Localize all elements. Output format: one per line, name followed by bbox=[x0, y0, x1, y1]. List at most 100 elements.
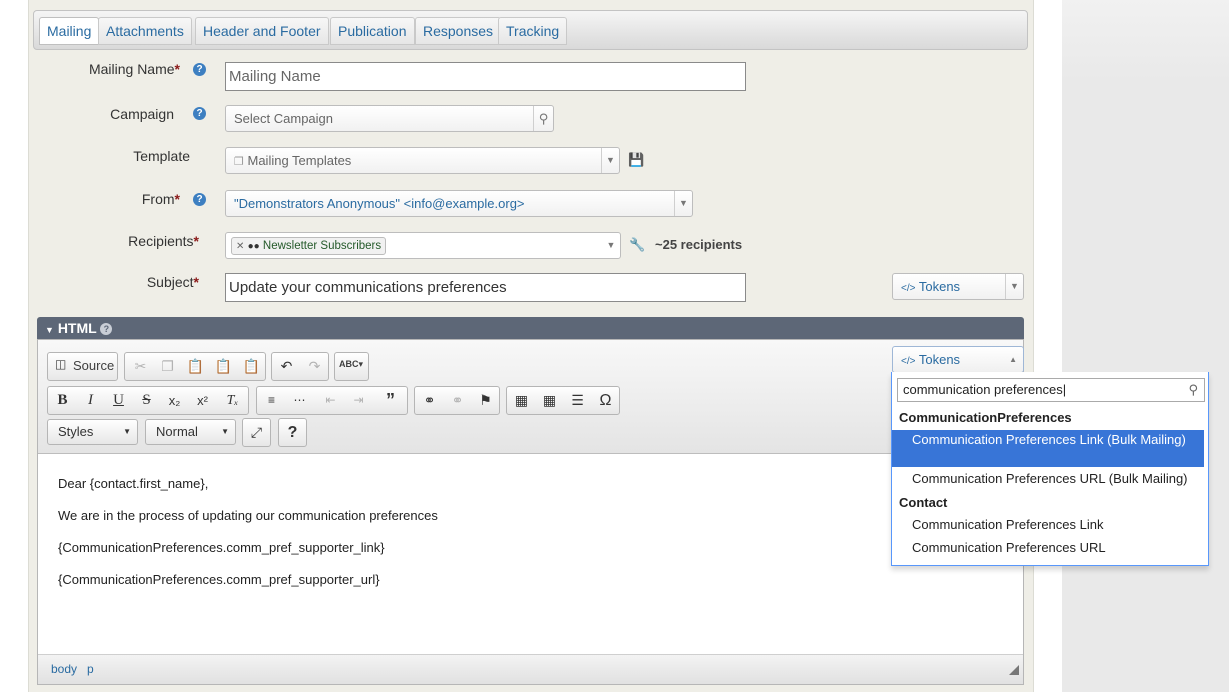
recipients-select[interactable]: ✕ ●● Newsletter Subscribers ▼ bbox=[225, 232, 621, 259]
help-icon[interactable]: ? bbox=[193, 193, 206, 206]
chevron-down-icon: ▼ bbox=[601, 148, 619, 173]
bold-icon[interactable]: B bbox=[49, 387, 76, 414]
wrench-icon[interactable]: 🔧 bbox=[629, 237, 645, 253]
tokens-search-input[interactable]: communication preferences| ⚲ bbox=[897, 378, 1205, 402]
chevron-down-icon: ▼ bbox=[221, 427, 229, 436]
spellcheck-button[interactable]: ABC▾ bbox=[334, 352, 369, 381]
campaign-label: Campaign bbox=[110, 106, 174, 122]
campaign-select[interactable]: Select Campaign ⚲ bbox=[225, 105, 554, 132]
source-button[interactable]: ◫ Source bbox=[47, 352, 118, 381]
copy-icon[interactable]: ❐ bbox=[154, 353, 181, 380]
maximize-icon: ⤢ bbox=[250, 424, 263, 440]
chevron-down-icon: ▼ bbox=[674, 191, 692, 216]
tab-attachments[interactable]: Attachments bbox=[98, 17, 192, 45]
content-paragraph: {CommunicationPreferences.comm_pref_supp… bbox=[58, 572, 380, 587]
token-option-comm-pref-url-bulk[interactable]: Communication Preferences URL (Bulk Mail… bbox=[892, 471, 1204, 486]
search-icon: ⚲ bbox=[533, 106, 553, 131]
tab-header-and-footer[interactable]: Header and Footer bbox=[195, 17, 329, 45]
template-select[interactable]: ❐ Mailing Templates ▼ bbox=[225, 147, 620, 174]
italic-icon[interactable]: I bbox=[77, 387, 104, 414]
recipients-chip: ✕ ●● Newsletter Subscribers bbox=[231, 237, 387, 255]
blockquote-icon[interactable]: ” bbox=[377, 387, 404, 414]
tab-bar: Mailing Attachments Header and Footer Pu… bbox=[33, 10, 1028, 50]
remove-format-icon[interactable]: Tₓ bbox=[219, 387, 246, 414]
subscript-icon[interactable]: x₂ bbox=[161, 387, 188, 414]
underline-icon[interactable]: U bbox=[105, 387, 132, 414]
token-group-header: Contact bbox=[899, 495, 948, 510]
clipboard-group: ✂ ❐ 📋 📋 📋 bbox=[124, 352, 266, 381]
tab-responses[interactable]: Responses bbox=[415, 17, 502, 45]
collapse-triangle-icon: ▼ bbox=[45, 325, 54, 335]
content-paragraph: We are in the process of updating our co… bbox=[58, 508, 438, 523]
paste-text-icon[interactable]: 📋 bbox=[210, 353, 237, 380]
editor-body[interactable]: Dear {contact.first_name}, We are in the… bbox=[58, 476, 438, 604]
resize-handle[interactable] bbox=[1009, 665, 1019, 675]
recipients-count: ~25 recipients bbox=[655, 237, 743, 252]
special-char-icon[interactable]: Ω bbox=[592, 387, 619, 414]
token-option-comm-pref-url[interactable]: Communication Preferences URL bbox=[892, 540, 1204, 555]
image-icon[interactable]: ▦ bbox=[508, 387, 535, 414]
link-group: ⚭ ⚭ ⚑ bbox=[414, 386, 500, 415]
maximize-button[interactable]: ⤢ bbox=[242, 418, 271, 447]
remove-chip-icon[interactable]: ✕ bbox=[236, 241, 244, 252]
indent-icon[interactable]: ⇥ bbox=[345, 387, 372, 414]
superscript-icon[interactable]: x² bbox=[189, 387, 216, 414]
paste-icon[interactable]: 📋 bbox=[182, 353, 209, 380]
token-option-comm-pref-link[interactable]: Communication Preferences Link bbox=[892, 517, 1204, 532]
strike-icon[interactable]: S bbox=[133, 387, 160, 414]
source-icon: ◫ bbox=[55, 357, 67, 371]
bulleted-list-icon[interactable]: ⋯ bbox=[286, 387, 313, 414]
redo-icon[interactable]: ↷ bbox=[301, 353, 328, 380]
about-button[interactable]: ? bbox=[278, 418, 307, 447]
styles-combo[interactable]: Styles ▼ bbox=[47, 419, 138, 445]
editor-toolbar: ◫ Source ✂ ❐ 📋 📋 📋 ↶ ↷ ABC▾ B I U S x₂ x… bbox=[38, 340, 1024, 454]
tab-mailing[interactable]: Mailing bbox=[39, 17, 100, 45]
undo-icon[interactable]: ↶ bbox=[273, 353, 300, 380]
chevron-up-icon: ▲ bbox=[1009, 355, 1017, 364]
help-icon[interactable]: ? bbox=[193, 63, 206, 76]
from-label: From* bbox=[141, 191, 180, 207]
subject-input[interactable] bbox=[225, 273, 746, 302]
format-combo[interactable]: Normal ▼ bbox=[145, 419, 236, 445]
content-paragraph: {CommunicationPreferences.comm_pref_supp… bbox=[58, 540, 385, 555]
tab-tracking[interactable]: Tracking bbox=[498, 17, 568, 45]
recipients-label: Recipients* bbox=[128, 233, 199, 249]
subject-label: Subject* bbox=[146, 274, 199, 290]
numbered-list-icon[interactable]: ≡ bbox=[258, 387, 285, 414]
code-icon: </> bbox=[901, 283, 916, 294]
html-editor: ◫ Source ✂ ❐ 📋 📋 📋 ↶ ↷ ABC▾ B I U S x₂ x… bbox=[37, 339, 1024, 685]
help-icon[interactable]: ? bbox=[100, 323, 113, 336]
html-section-header[interactable]: ▼ HTML ? bbox=[37, 317, 1024, 339]
format-group: B I U S x₂ x² Tₓ bbox=[47, 386, 249, 415]
code-icon: </> bbox=[901, 356, 916, 367]
path-element-p[interactable]: p bbox=[87, 662, 94, 676]
table-icon[interactable]: ▦ bbox=[536, 387, 563, 414]
chevron-down-icon: ▼ bbox=[606, 240, 616, 250]
page-gutter bbox=[1062, 0, 1229, 692]
subject-tokens-select[interactable]: </> Tokens ▼ bbox=[892, 273, 1024, 300]
link-icon[interactable]: ⚭ bbox=[416, 387, 443, 414]
unlink-icon[interactable]: ⚭ bbox=[444, 387, 471, 414]
html-tokens-select[interactable]: </> Tokens ▲ bbox=[892, 346, 1024, 373]
tokens-dropdown: communication preferences| ⚲ Communicati… bbox=[891, 372, 1209, 566]
outdent-icon[interactable]: ⇤ bbox=[317, 387, 344, 414]
mailing-name-input[interactable] bbox=[225, 62, 746, 91]
history-group: ↶ ↷ bbox=[271, 352, 329, 381]
horizontal-line-icon[interactable]: ☰ bbox=[564, 387, 591, 414]
chevron-down-icon: ▼ bbox=[123, 427, 131, 436]
path-element-body[interactable]: body bbox=[51, 662, 77, 676]
anchor-flag-icon[interactable]: ⚑ bbox=[472, 387, 499, 414]
token-group-header: CommunicationPreferences bbox=[899, 410, 1072, 425]
paste-word-icon[interactable]: 📋 bbox=[238, 353, 265, 380]
mailing-name-label: Mailing Name* bbox=[88, 61, 180, 77]
help-icon[interactable]: ? bbox=[193, 107, 206, 120]
chevron-down-icon: ▼ bbox=[1005, 274, 1023, 299]
list-group: ≡ ⋯ ⇤ ⇥ ” bbox=[256, 386, 408, 415]
save-template-icon[interactable]: 💾 bbox=[628, 152, 644, 167]
editor-statusbar: body p bbox=[38, 654, 1023, 684]
token-option-comm-pref-link-bulk[interactable]: Communication Preferences Link (Bulk Mai… bbox=[892, 430, 1204, 467]
cut-icon[interactable]: ✂ bbox=[127, 353, 154, 380]
from-select[interactable]: "Demonstrators Anonymous" <info@example.… bbox=[225, 190, 693, 217]
tab-publication[interactable]: Publication bbox=[330, 17, 415, 45]
group-icon: ●● bbox=[247, 241, 260, 252]
